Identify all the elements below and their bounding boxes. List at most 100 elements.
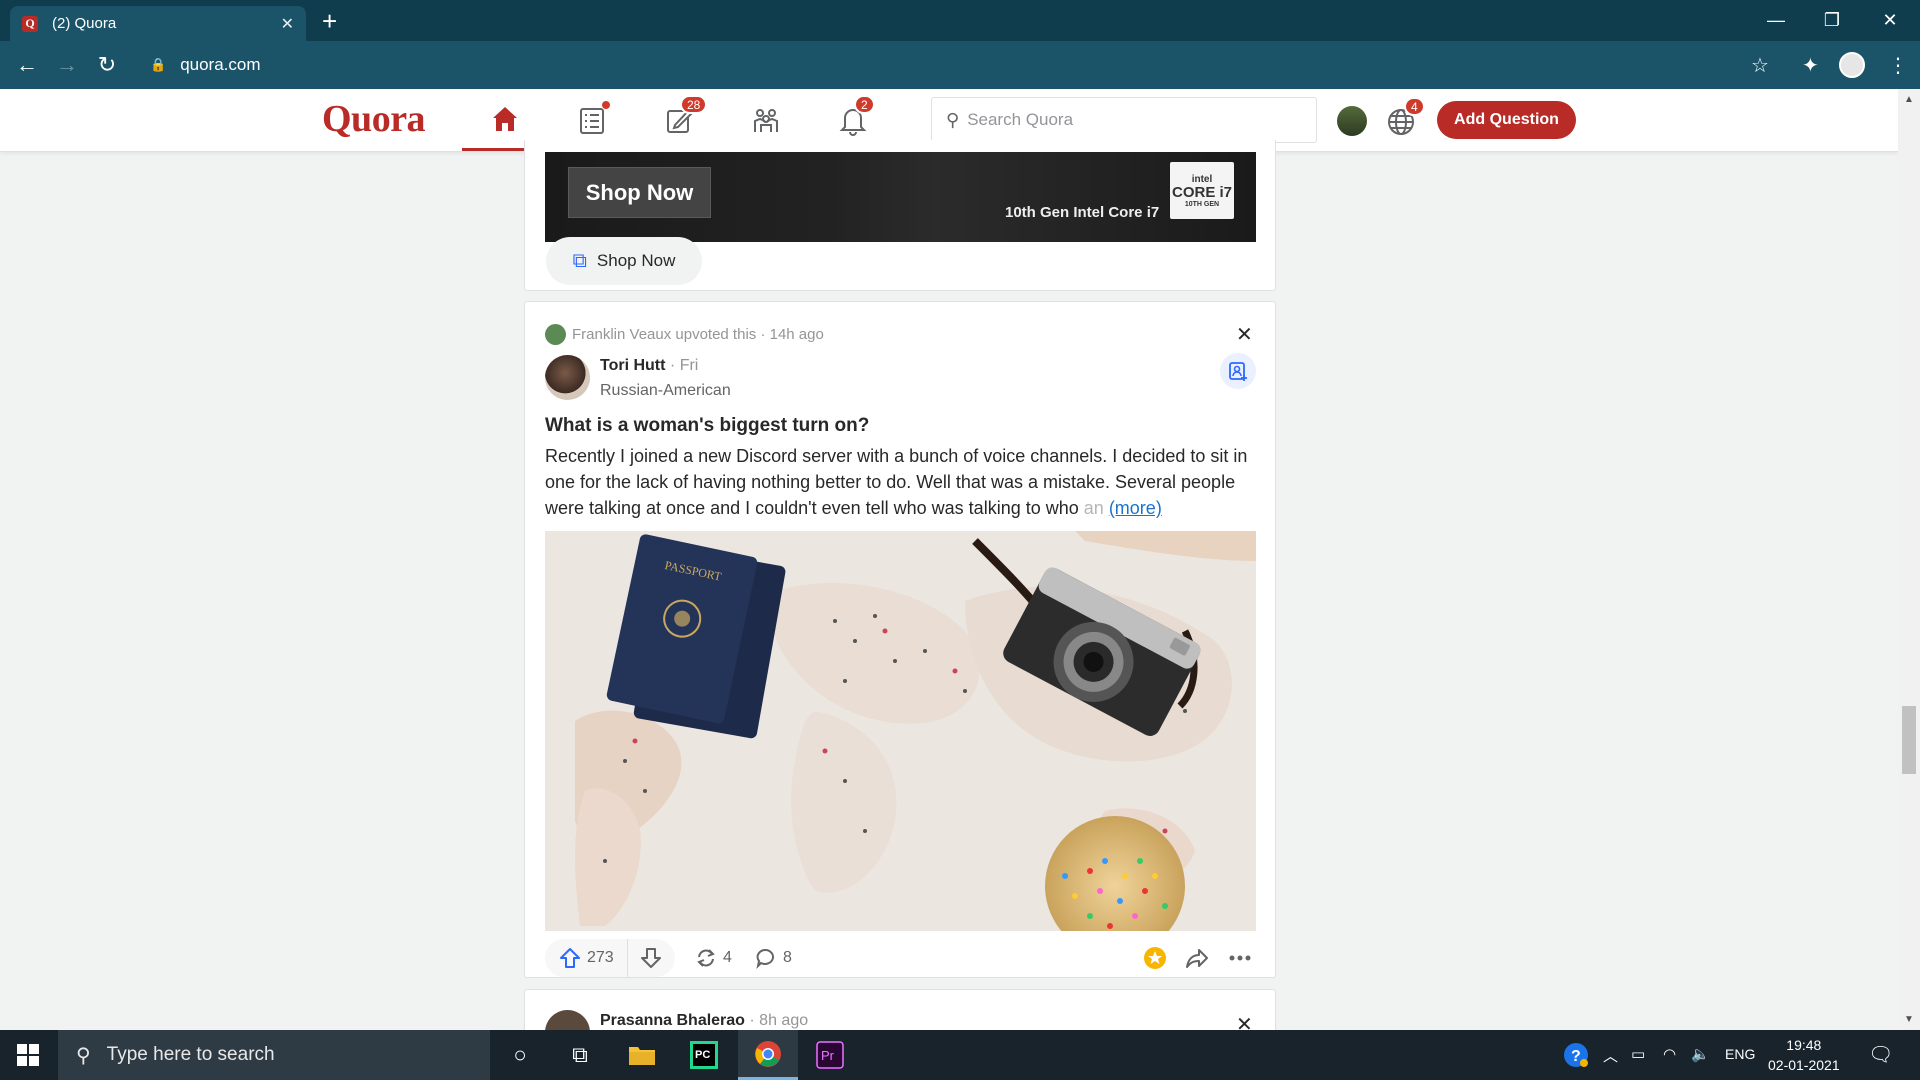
tab-close-icon[interactable]: ✕	[281, 14, 294, 34]
intel-model: CORE i7	[1171, 183, 1232, 201]
svg-text:Pr: Pr	[821, 1048, 835, 1063]
back-icon[interactable]: ←	[13, 52, 41, 78]
quora-logo[interactable]: Quora	[322, 97, 426, 141]
share-button[interactable]	[1185, 946, 1209, 975]
cortana-icon[interactable]: ○	[490, 1030, 550, 1080]
add-question-button[interactable]: Add Question	[1437, 101, 1576, 139]
volume-icon[interactable]: 🔈	[1691, 1045, 1710, 1063]
intel-brand: intel	[1191, 173, 1213, 185]
next-author-line: Prasanna Bhalerao · 8h ago	[600, 1012, 808, 1030]
input-language[interactable]: ENG	[1725, 1046, 1755, 1062]
share-count-button[interactable]: 4	[695, 939, 732, 977]
upvoter-avatar[interactable]	[545, 324, 566, 345]
answer-count-badge: 28	[680, 95, 708, 114]
ad-banner-image[interactable]: Shop Now 10th Gen Intel Core i7 intel CO…	[545, 152, 1256, 242]
author-avatar[interactable]	[545, 355, 590, 400]
award-star-icon	[1144, 947, 1166, 969]
comment-count-button[interactable]: 8	[755, 939, 792, 977]
reload-icon[interactable]: ↻	[93, 52, 121, 78]
reshare-icon	[697, 949, 715, 967]
following-dot-badge	[601, 100, 611, 110]
task-view-icon[interactable]: ⧉	[550, 1030, 610, 1080]
chrome-taskbar-icon[interactable]	[738, 1030, 798, 1080]
feed-post-card: Franklin Veaux upvoted this · 14h ago ✕ …	[524, 301, 1276, 978]
next-post-time: · 8h ago	[744, 1012, 809, 1029]
notifications-count-badge: 2	[854, 95, 875, 114]
languages-globe-button[interactable]: 4	[1386, 97, 1425, 142]
file-explorer-icon[interactable]	[612, 1030, 672, 1080]
post-action-bar: 273 4 8	[545, 939, 1257, 977]
forward-icon[interactable]: →	[53, 52, 81, 78]
search-icon: ⚲	[946, 109, 960, 130]
dismiss-post-close-icon[interactable]: ✕	[1236, 322, 1253, 347]
answer-text-faded: an	[1083, 498, 1104, 518]
external-link-icon: ⧉	[572, 249, 587, 272]
window-close-icon[interactable]: ✕	[1862, 0, 1918, 41]
comment-count: 8	[783, 949, 792, 966]
more-dots-icon	[1229, 955, 1251, 961]
quora-search-input[interactable]: ⚲ Search Quora	[931, 97, 1317, 143]
follow-author-button[interactable]	[1220, 353, 1256, 389]
browser-tab[interactable]: Q (2) Quora ✕	[10, 6, 306, 41]
browser-tab-bar: Q (2) Quora ✕ + — ❐ ✕	[0, 0, 1920, 41]
chrome-menu-icon[interactable]: ⋮	[1888, 53, 1908, 78]
vote-control: 273	[545, 939, 675, 977]
tab-title: (2) Quora	[52, 15, 117, 32]
award-button[interactable]	[1143, 946, 1167, 975]
page-scrollbar[interactable]	[1898, 89, 1920, 1030]
tray-chevron-icon[interactable]: ︿	[1603, 1045, 1618, 1066]
action-center-icon[interactable]: 🗨	[1868, 1042, 1893, 1067]
more-options-button[interactable]	[1228, 946, 1252, 975]
share-arrow-icon	[1186, 949, 1208, 968]
ad-banner-shop-button[interactable]: Shop Now	[568, 167, 711, 218]
upvote-context-text: Franklin Veaux upvoted this · 14h ago	[572, 326, 824, 343]
scroll-down-icon[interactable]: ▼	[1904, 1014, 1914, 1025]
restore-icon[interactable]: ❐	[1804, 0, 1860, 41]
url-field[interactable]: 🔒 quora.com	[138, 47, 1778, 83]
pycharm-icon[interactable]: PC	[674, 1030, 734, 1080]
browser-profile-avatar[interactable]	[1839, 52, 1865, 78]
bookmark-star-icon[interactable]: ☆	[1751, 53, 1769, 78]
scroll-up-icon[interactable]: ▲	[1904, 94, 1914, 105]
taskbar-search-icon: ⚲	[76, 1044, 91, 1067]
follow-person-icon	[1229, 362, 1247, 381]
ad-card: Shop Now 10th Gen Intel Core i7 intel CO…	[524, 140, 1276, 291]
author-line: Tori Hutt · Fri	[600, 357, 698, 375]
languages-count-badge: 4	[1404, 97, 1425, 116]
intel-logo: intel CORE i7 10TH GEN	[1170, 162, 1234, 219]
ad-shop-now-link[interactable]: ⧉ Shop Now	[546, 237, 702, 285]
taskbar-search-box[interactable]: ⚲ Type here to search	[58, 1030, 490, 1080]
taskbar-search-placeholder: Type here to search	[106, 1044, 275, 1065]
upvote-button[interactable]: 273	[545, 939, 628, 977]
taskbar-clock[interactable]: 19:48 02-01-2021	[1768, 1035, 1840, 1075]
author-name[interactable]: Tori Hutt	[600, 357, 665, 374]
downvote-button[interactable]	[628, 947, 674, 969]
travel-map-photo: PASSPORT	[545, 531, 1256, 931]
help-icon[interactable]: ?	[1563, 1042, 1589, 1072]
premiere-pro-icon[interactable]: Pr	[800, 1030, 860, 1080]
intel-gen: 10TH GEN	[1184, 200, 1220, 208]
ad-link-label: Shop Now	[596, 251, 676, 270]
next-author-name[interactable]: Prasanna Bhalerao	[600, 1012, 745, 1029]
wifi-icon[interactable]: ◠	[1663, 1045, 1676, 1063]
scrollbar-thumb[interactable]	[1902, 706, 1916, 774]
ad-banner-text: 10th Gen Intel Core i7	[1005, 204, 1160, 221]
post-time: · Fri	[665, 357, 699, 374]
minimize-icon[interactable]: —	[1748, 0, 1804, 41]
question-title[interactable]: What is a woman's biggest turn on?	[545, 415, 869, 437]
new-tab-button[interactable]: +	[322, 6, 337, 36]
answer-image[interactable]: PASSPORT	[545, 531, 1256, 931]
extensions-icon[interactable]: ✦	[1802, 53, 1819, 78]
search-placeholder: Search Quora	[967, 110, 1074, 129]
battery-icon[interactable]: ▭	[1631, 1045, 1645, 1063]
url-text: quora.com	[180, 55, 261, 74]
home-icon	[493, 106, 517, 131]
author-credential: Russian-American	[600, 382, 731, 399]
read-more-link[interactable]: (more)	[1109, 498, 1162, 518]
clock-time: 19:48	[1786, 1037, 1822, 1053]
answer-preview[interactable]: Recently I joined a new Discord server w…	[545, 443, 1257, 521]
spaces-people-icon	[754, 109, 778, 132]
windows-start-icon[interactable]	[17, 1044, 39, 1066]
user-avatar[interactable]	[1337, 106, 1367, 136]
address-bar-row: ← → ↻ 🔒 quora.com ☆ ✦ ⋮	[0, 41, 1920, 89]
